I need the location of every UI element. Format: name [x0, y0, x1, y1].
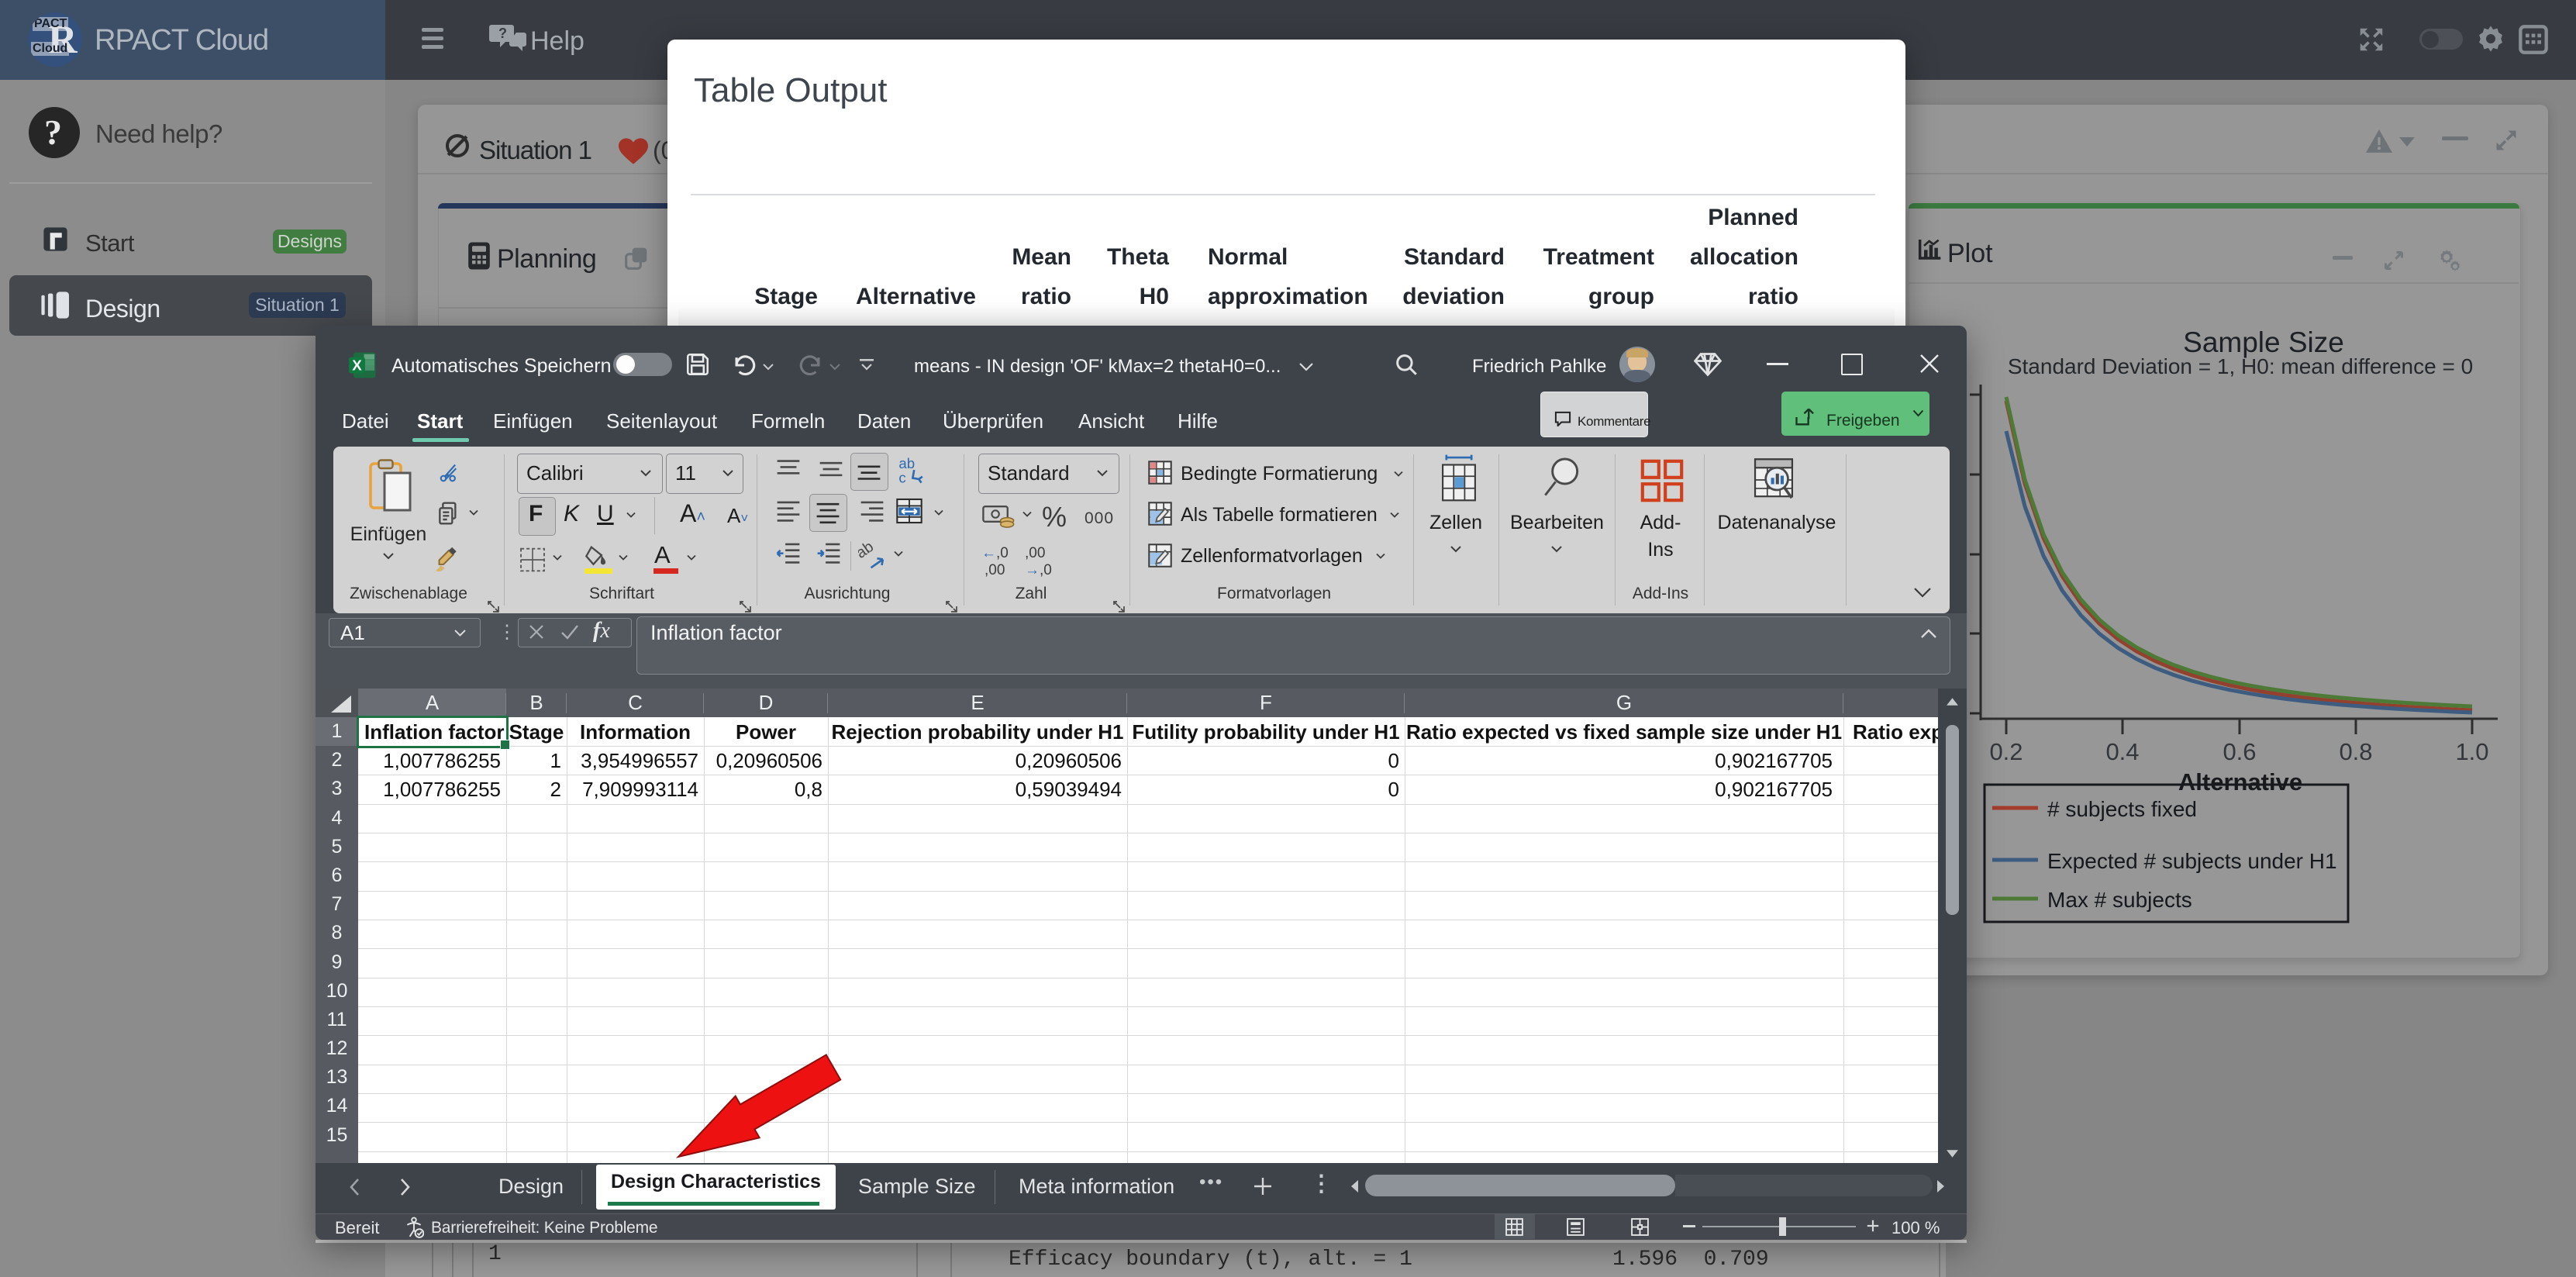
svg-text:0.2: 0.2 — [1989, 738, 2023, 765]
svg-text:0.4: 0.4 — [2105, 738, 2139, 765]
svg-text:Max # subjects: Max # subjects — [2047, 888, 2192, 912]
svg-text:# subjects fixed: # subjects fixed — [2047, 797, 2197, 821]
svg-text:0.8: 0.8 — [2339, 738, 2372, 765]
svg-text:?: ? — [498, 26, 507, 41]
svg-text:ab: ab — [858, 541, 877, 562]
svg-text:1.0: 1.0 — [2455, 738, 2488, 765]
svg-text:c: c — [898, 470, 905, 486]
svg-text:Alternative: Alternative — [2178, 768, 2302, 796]
svg-text:X: X — [352, 357, 362, 374]
svg-text:Expected # subjects under H1: Expected # subjects under H1 — [2047, 849, 2337, 873]
svg-text:0.6: 0.6 — [2223, 738, 2256, 765]
